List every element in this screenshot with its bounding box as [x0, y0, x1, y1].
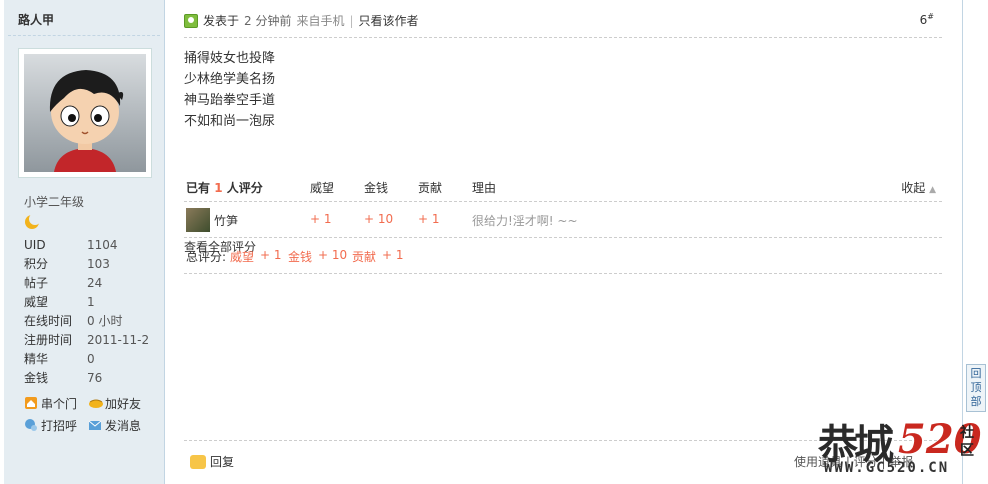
- moon-icon: [24, 213, 41, 230]
- stat-posts: 帖子 24: [24, 274, 164, 293]
- reply-button[interactable]: 回复: [190, 453, 234, 470]
- col-reason: 理由: [472, 181, 497, 195]
- rater-name[interactable]: 竹笋: [214, 212, 238, 229]
- stat-label: 帖子: [24, 276, 49, 290]
- stat-label: 威望: [24, 295, 49, 309]
- divider: [8, 35, 160, 36]
- rating-prestige: + 1: [310, 212, 332, 226]
- rating-reason: 很给力!淫才啊! ~~: [472, 214, 578, 228]
- author-stats: UID 1104 积分 103 帖子 24 威望 1 在线时间 0 小时 注册时…: [24, 236, 164, 388]
- message-button[interactable]: 发消息: [88, 416, 164, 434]
- separator: |: [349, 13, 354, 28]
- site-watermark: 恭城 520 社区 WWW.GC520.CN: [818, 412, 988, 482]
- watermark-url: WWW.GC520.CN: [824, 460, 950, 476]
- rating-header: 已有 1 人评分 威望 金钱 贡献 理由 收起 ▲: [184, 172, 942, 202]
- post-meta: 发表于 2 分钟前 来自手机 | 只看该作者: [184, 12, 419, 29]
- from-mobile-link[interactable]: 来自手机: [296, 12, 344, 29]
- col-prestige: 威望: [310, 181, 335, 195]
- stat-value[interactable]: 103: [87, 255, 110, 274]
- stat-label: 积分: [24, 257, 49, 271]
- collapse-button[interactable]: 收起 ▲: [901, 179, 936, 196]
- post-body: 捅得妓女也投降 少林绝学美名扬 神马跆拳空手道 不如和尚一泡尿: [184, 48, 275, 132]
- total-money-label: 金钱: [288, 250, 313, 264]
- envelope-icon: [88, 418, 102, 432]
- cartoon-avatar-icon: [24, 54, 146, 172]
- stat-value: 1: [87, 295, 95, 309]
- stat-money: 金钱 76: [24, 369, 164, 388]
- stat-value: 76: [87, 371, 103, 385]
- stat-label: UID: [24, 238, 46, 252]
- stat-label: 金钱: [24, 371, 49, 385]
- chevron-up-icon: ▲: [929, 185, 936, 195]
- home-icon: [24, 396, 38, 410]
- total-money: + 10: [318, 248, 348, 262]
- back-to-top-button[interactable]: 回顶部: [966, 364, 986, 412]
- rating-count-suffix: 人评分: [226, 181, 263, 195]
- online-status-icon: [184, 13, 198, 28]
- post-line: 捅得妓女也投降: [184, 51, 276, 66]
- author-sidebar: 路人甲 小学二年级 UID 1104 积分 103 帖子 24 威望 1 在线时…: [4, 0, 165, 484]
- total-prestige: + 1: [260, 248, 282, 262]
- rating-money: + 10: [364, 212, 394, 226]
- total-prestige-label: 威望: [230, 250, 255, 264]
- rating-count: 已有 1 人评分: [186, 179, 263, 196]
- total-contrib: + 1: [382, 248, 404, 262]
- floor-mark: #: [927, 12, 934, 21]
- watermark-community: 社区: [960, 424, 974, 460]
- posted-time: 2 分钟前: [244, 14, 292, 28]
- reply-icon: [190, 454, 206, 469]
- rating-contrib: + 1: [418, 212, 440, 226]
- avatar[interactable]: [18, 48, 152, 178]
- collapse-label: 收起: [901, 181, 926, 195]
- stat-points: 积分 103: [24, 255, 164, 274]
- rating-row: 竹笋 + 1 + 10 + 1 很给力!淫才啊! ~~: [184, 202, 942, 238]
- post-line: 少林绝学美名扬: [184, 72, 276, 87]
- watermark-she: 社: [960, 425, 974, 441]
- watermark-qu: 区: [960, 443, 974, 459]
- author-only-link[interactable]: 只看该作者: [359, 12, 419, 29]
- back-to-top-label: 回顶部: [970, 367, 982, 408]
- rating-total: 总评分: 威望 + 1 金钱 + 10 贡献 + 1 查看全部评分: [184, 238, 942, 274]
- rating-count-prefix: 已有: [186, 181, 211, 195]
- col-money: 金钱: [364, 181, 389, 195]
- stat-label: 在线时间: [24, 314, 73, 328]
- stat-uid: UID 1104: [24, 236, 164, 255]
- visit-label: 串个门: [41, 396, 78, 411]
- user-level[interactable]: 小学二年级: [24, 193, 84, 210]
- stat-label: 注册时间: [24, 333, 73, 347]
- stat-label: 精华: [24, 352, 49, 366]
- stat-value[interactable]: 24: [87, 274, 102, 293]
- stat-digest: 精华 0: [24, 350, 164, 369]
- stat-value: 0 小时: [87, 314, 123, 328]
- rating-count-number: 1: [214, 181, 223, 195]
- message-label: 发消息: [105, 418, 142, 433]
- greet-label: 打招呼: [41, 418, 78, 433]
- reply-label: 回复: [210, 455, 235, 469]
- add-friend-button[interactable]: 加好友: [88, 394, 164, 412]
- stat-online-time: 在线时间 0 小时: [24, 312, 164, 331]
- rater-avatar[interactable]: [186, 208, 210, 232]
- add-friend-label: 加好友: [105, 396, 142, 411]
- avatar-image: [24, 54, 146, 172]
- visit-button[interactable]: 串个门: [24, 394, 88, 412]
- stat-register-time: 注册时间 2011-11-2: [24, 331, 164, 350]
- stat-value[interactable]: 1104: [87, 236, 118, 255]
- greet-icon: [24, 418, 38, 432]
- handshake-icon: [88, 396, 103, 410]
- author-actions: 串个门 加好友 打招呼 发消息: [24, 394, 164, 434]
- stat-value: 2011-11-2: [87, 333, 150, 347]
- col-contrib: 贡献: [418, 181, 443, 195]
- total-contrib-label: 贡献: [352, 250, 377, 264]
- stat-value: 0: [87, 352, 95, 366]
- posted-label: 发表于: [203, 14, 240, 28]
- post-header: 发表于 2 分钟前 来自手机 | 只看该作者 6#: [184, 10, 942, 38]
- total-label: 总评分:: [186, 250, 227, 264]
- author-name[interactable]: 路人甲: [18, 11, 54, 28]
- rating-block: 已有 1 人评分 威望 金钱 贡献 理由 收起 ▲ 竹笋 + 1 + 10 + …: [184, 172, 942, 274]
- post-line: 不如和尚一泡尿: [184, 114, 276, 129]
- greet-button[interactable]: 打招呼: [24, 416, 88, 434]
- floor-number[interactable]: 6#: [920, 12, 934, 27]
- post-line: 神马跆拳空手道: [184, 93, 276, 108]
- stat-prestige: 威望 1: [24, 293, 164, 312]
